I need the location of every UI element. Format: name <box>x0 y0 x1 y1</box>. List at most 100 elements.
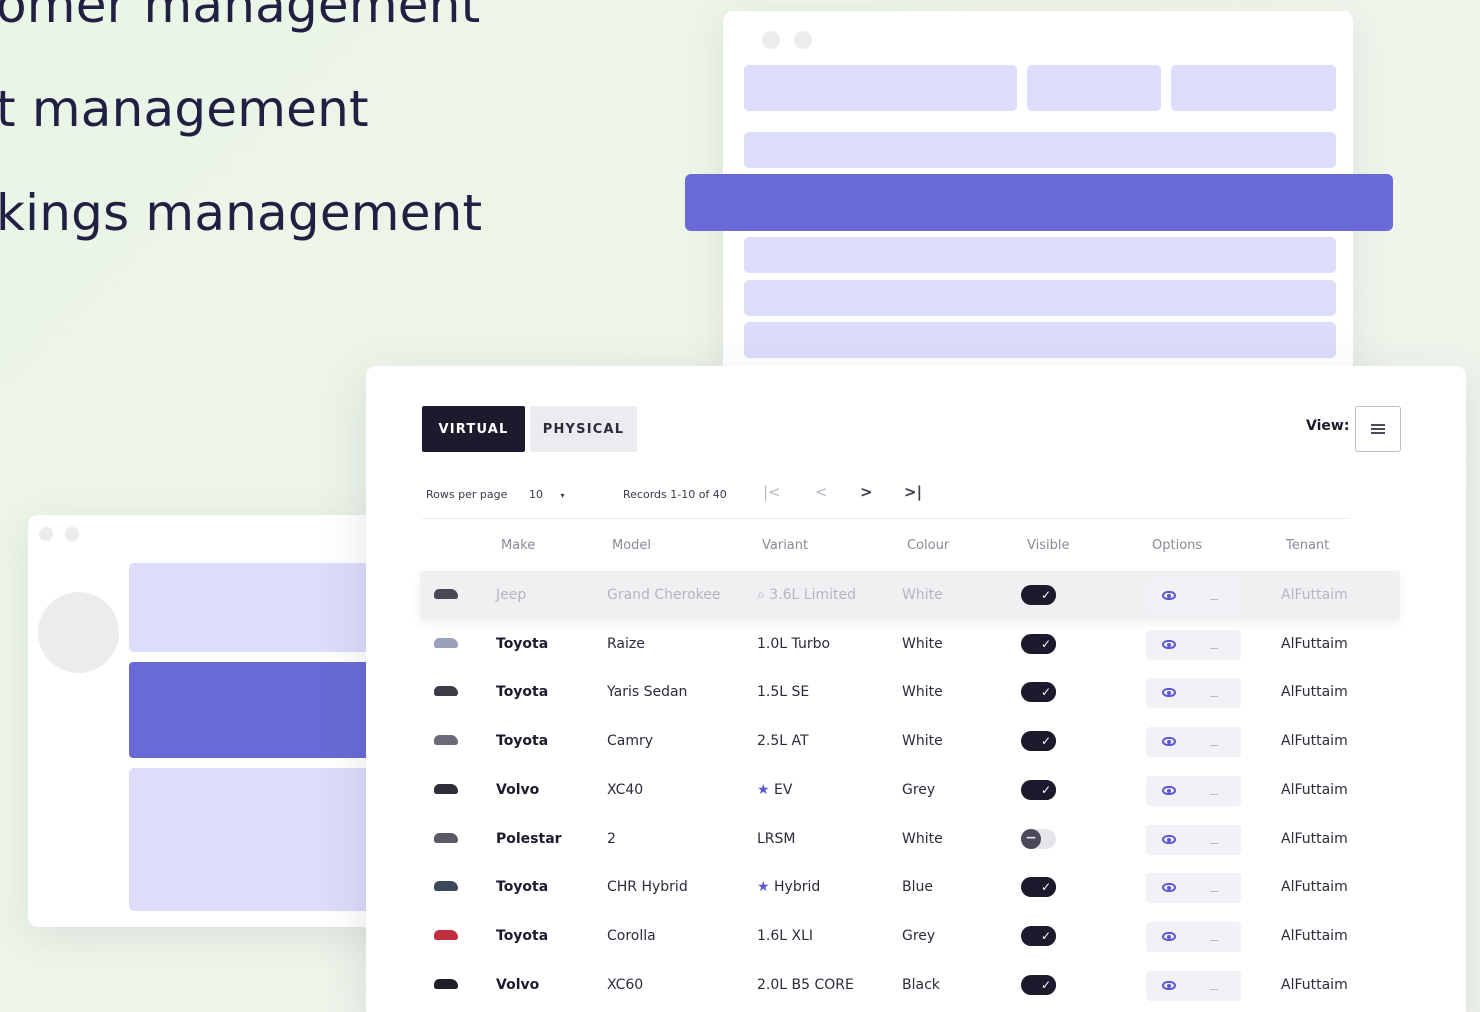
table-row[interactable]: Toyota Raize 1.0L Turbo White ✓ AlFuttaim <box>366 620 1466 669</box>
cell-tenant: AlFuttaim <box>1281 636 1348 652</box>
rows-per-page-label: Rows per page <box>426 488 508 501</box>
row-options <box>1146 581 1241 611</box>
caret-down-icon: ▾ <box>560 491 565 500</box>
eye-icon[interactable] <box>1162 883 1176 892</box>
eye-icon[interactable] <box>1162 688 1176 697</box>
cell-model: Raize <box>607 636 645 652</box>
prev-page-icon[interactable]: < <box>815 483 828 501</box>
check-icon: ✓ <box>1036 975 1056 995</box>
first-page-icon[interactable]: |< <box>763 483 781 501</box>
car-thumbnail <box>434 589 458 599</box>
cell-colour: White <box>902 587 943 603</box>
cell-variant: 2.0L B5 CORE <box>757 977 854 993</box>
placeholder-bar <box>1027 65 1161 111</box>
column-header-colour[interactable]: Colour <box>907 538 949 553</box>
table-row[interactable]: Toyota CHR Hybrid ★ Hybrid Blue ✓ AlFuttaim <box>366 863 1466 912</box>
more-icon[interactable] <box>1210 843 1218 844</box>
view-label: View: <box>1306 418 1350 434</box>
visible-toggle[interactable]: ✓ <box>1021 682 1056 702</box>
cell-make: Toyota <box>496 733 549 749</box>
more-icon[interactable] <box>1210 940 1218 941</box>
tab-physical[interactable]: PHYSICAL <box>530 406 637 452</box>
rows-per-page-select[interactable]: 10 ▾ <box>529 488 577 501</box>
column-header-model[interactable]: Model <box>612 538 651 553</box>
cell-model: 2 <box>607 831 616 847</box>
star-icon: ★ <box>757 879 775 895</box>
row-options <box>1146 678 1241 708</box>
check-icon: ✓ <box>1036 926 1056 946</box>
eye-icon[interactable] <box>1162 591 1176 600</box>
column-header-make[interactable]: Make <box>501 538 535 553</box>
cell-make: Jeep <box>496 587 527 603</box>
more-icon[interactable] <box>1210 989 1218 990</box>
avatar-placeholder <box>38 592 119 673</box>
more-icon[interactable] <box>1210 648 1218 649</box>
cell-tenant: AlFuttaim <box>1281 587 1348 603</box>
view-toggle-button[interactable] <box>1355 406 1401 452</box>
row-options <box>1146 630 1241 660</box>
next-page-icon[interactable]: > <box>860 483 873 501</box>
cell-make: Volvo <box>496 977 540 993</box>
visible-toggle[interactable]: ✓ <box>1021 780 1056 800</box>
placeholder-bar <box>744 237 1336 273</box>
table-row[interactable]: Polestar 2 LRSM White − AlFuttaim <box>366 815 1466 864</box>
row-options <box>1146 825 1241 855</box>
table-row[interactable]: Jeep Grand Cherokee ⌕ 3.6L Limited White ✓ Al… <box>366 571 1466 620</box>
vehicle-table-card: VIRTUAL PHYSICAL View: Rows per page 10 … <box>366 366 1466 1012</box>
hero-line-3: kings management <box>0 184 483 242</box>
cell-tenant: AlFuttaim <box>1281 977 1348 993</box>
table-row[interactable]: Toyota Yaris Sedan 1.5L SE White ✓ AlFuttaim <box>366 668 1466 717</box>
cell-variant: LRSM <box>757 831 796 847</box>
cell-model: XC40 <box>607 782 644 798</box>
variant-text: EV <box>774 782 793 798</box>
visible-toggle[interactable]: ✓ <box>1021 585 1056 605</box>
more-icon[interactable] <box>1210 599 1218 600</box>
eye-icon[interactable] <box>1162 640 1176 649</box>
column-header-variant[interactable]: Variant <box>762 538 808 553</box>
eye-icon[interactable] <box>1162 786 1176 795</box>
cell-make: Volvo <box>496 782 540 798</box>
column-header-visible[interactable]: Visible <box>1027 538 1069 553</box>
cell-colour: Grey <box>902 928 936 944</box>
hero-line-2: t management <box>0 80 369 138</box>
eye-icon[interactable] <box>1162 981 1176 990</box>
visible-toggle[interactable]: ✓ <box>1021 926 1056 946</box>
visible-toggle[interactable]: ✓ <box>1021 877 1056 897</box>
visible-toggle[interactable]: ✓ <box>1021 634 1056 654</box>
check-icon: ✓ <box>1036 585 1056 605</box>
more-icon[interactable] <box>1210 696 1218 697</box>
cell-model: XC60 <box>607 977 644 993</box>
car-thumbnail <box>434 638 458 648</box>
table-row[interactable]: Volvo XC60 2.0L B5 CORE Black ✓ AlFuttaim <box>366 961 1466 1010</box>
visible-toggle[interactable]: ✓ <box>1021 975 1056 995</box>
cell-variant: 1.5L SE <box>757 684 809 700</box>
check-icon: ✓ <box>1036 780 1056 800</box>
table-row[interactable]: Toyota Camry 2.5L AT White ✓ AlFuttaim <box>366 717 1466 766</box>
row-options <box>1146 727 1241 757</box>
last-page-icon[interactable]: >| <box>904 483 922 501</box>
cell-tenant: AlFuttaim <box>1281 782 1348 798</box>
variant-text: 3.6L Limited <box>769 587 857 603</box>
placeholder-bar <box>744 322 1336 358</box>
column-header-tenant[interactable]: Tenant <box>1286 538 1329 553</box>
row-options <box>1146 776 1241 806</box>
eye-icon[interactable] <box>1162 932 1176 941</box>
tab-virtual[interactable]: VIRTUAL <box>422 406 525 452</box>
more-icon[interactable] <box>1210 891 1218 892</box>
more-icon[interactable] <box>1210 794 1218 795</box>
eye-icon[interactable] <box>1162 835 1176 844</box>
car-thumbnail <box>434 881 458 891</box>
visible-toggle[interactable]: ✓ <box>1021 731 1056 751</box>
table-row[interactable]: Toyota Corolla 1.6L XLI Grey ✓ AlFuttaim <box>366 912 1466 961</box>
column-header-options: Options <box>1152 538 1203 553</box>
eye-icon[interactable] <box>1162 737 1176 746</box>
visible-toggle[interactable]: − <box>1021 829 1056 849</box>
cell-tenant: AlFuttaim <box>1281 733 1348 749</box>
cell-variant: 1.0L Turbo <box>757 636 830 652</box>
table-row[interactable]: Volvo XC40 ★ EV Grey ✓ AlFuttaim <box>366 766 1466 815</box>
cell-colour: Black <box>902 977 940 993</box>
more-icon[interactable] <box>1210 745 1218 746</box>
cell-variant: ⌕ 3.6L Limited <box>757 587 856 603</box>
variant-text: 1.6L XLI <box>757 928 814 944</box>
car-thumbnail <box>434 735 458 745</box>
